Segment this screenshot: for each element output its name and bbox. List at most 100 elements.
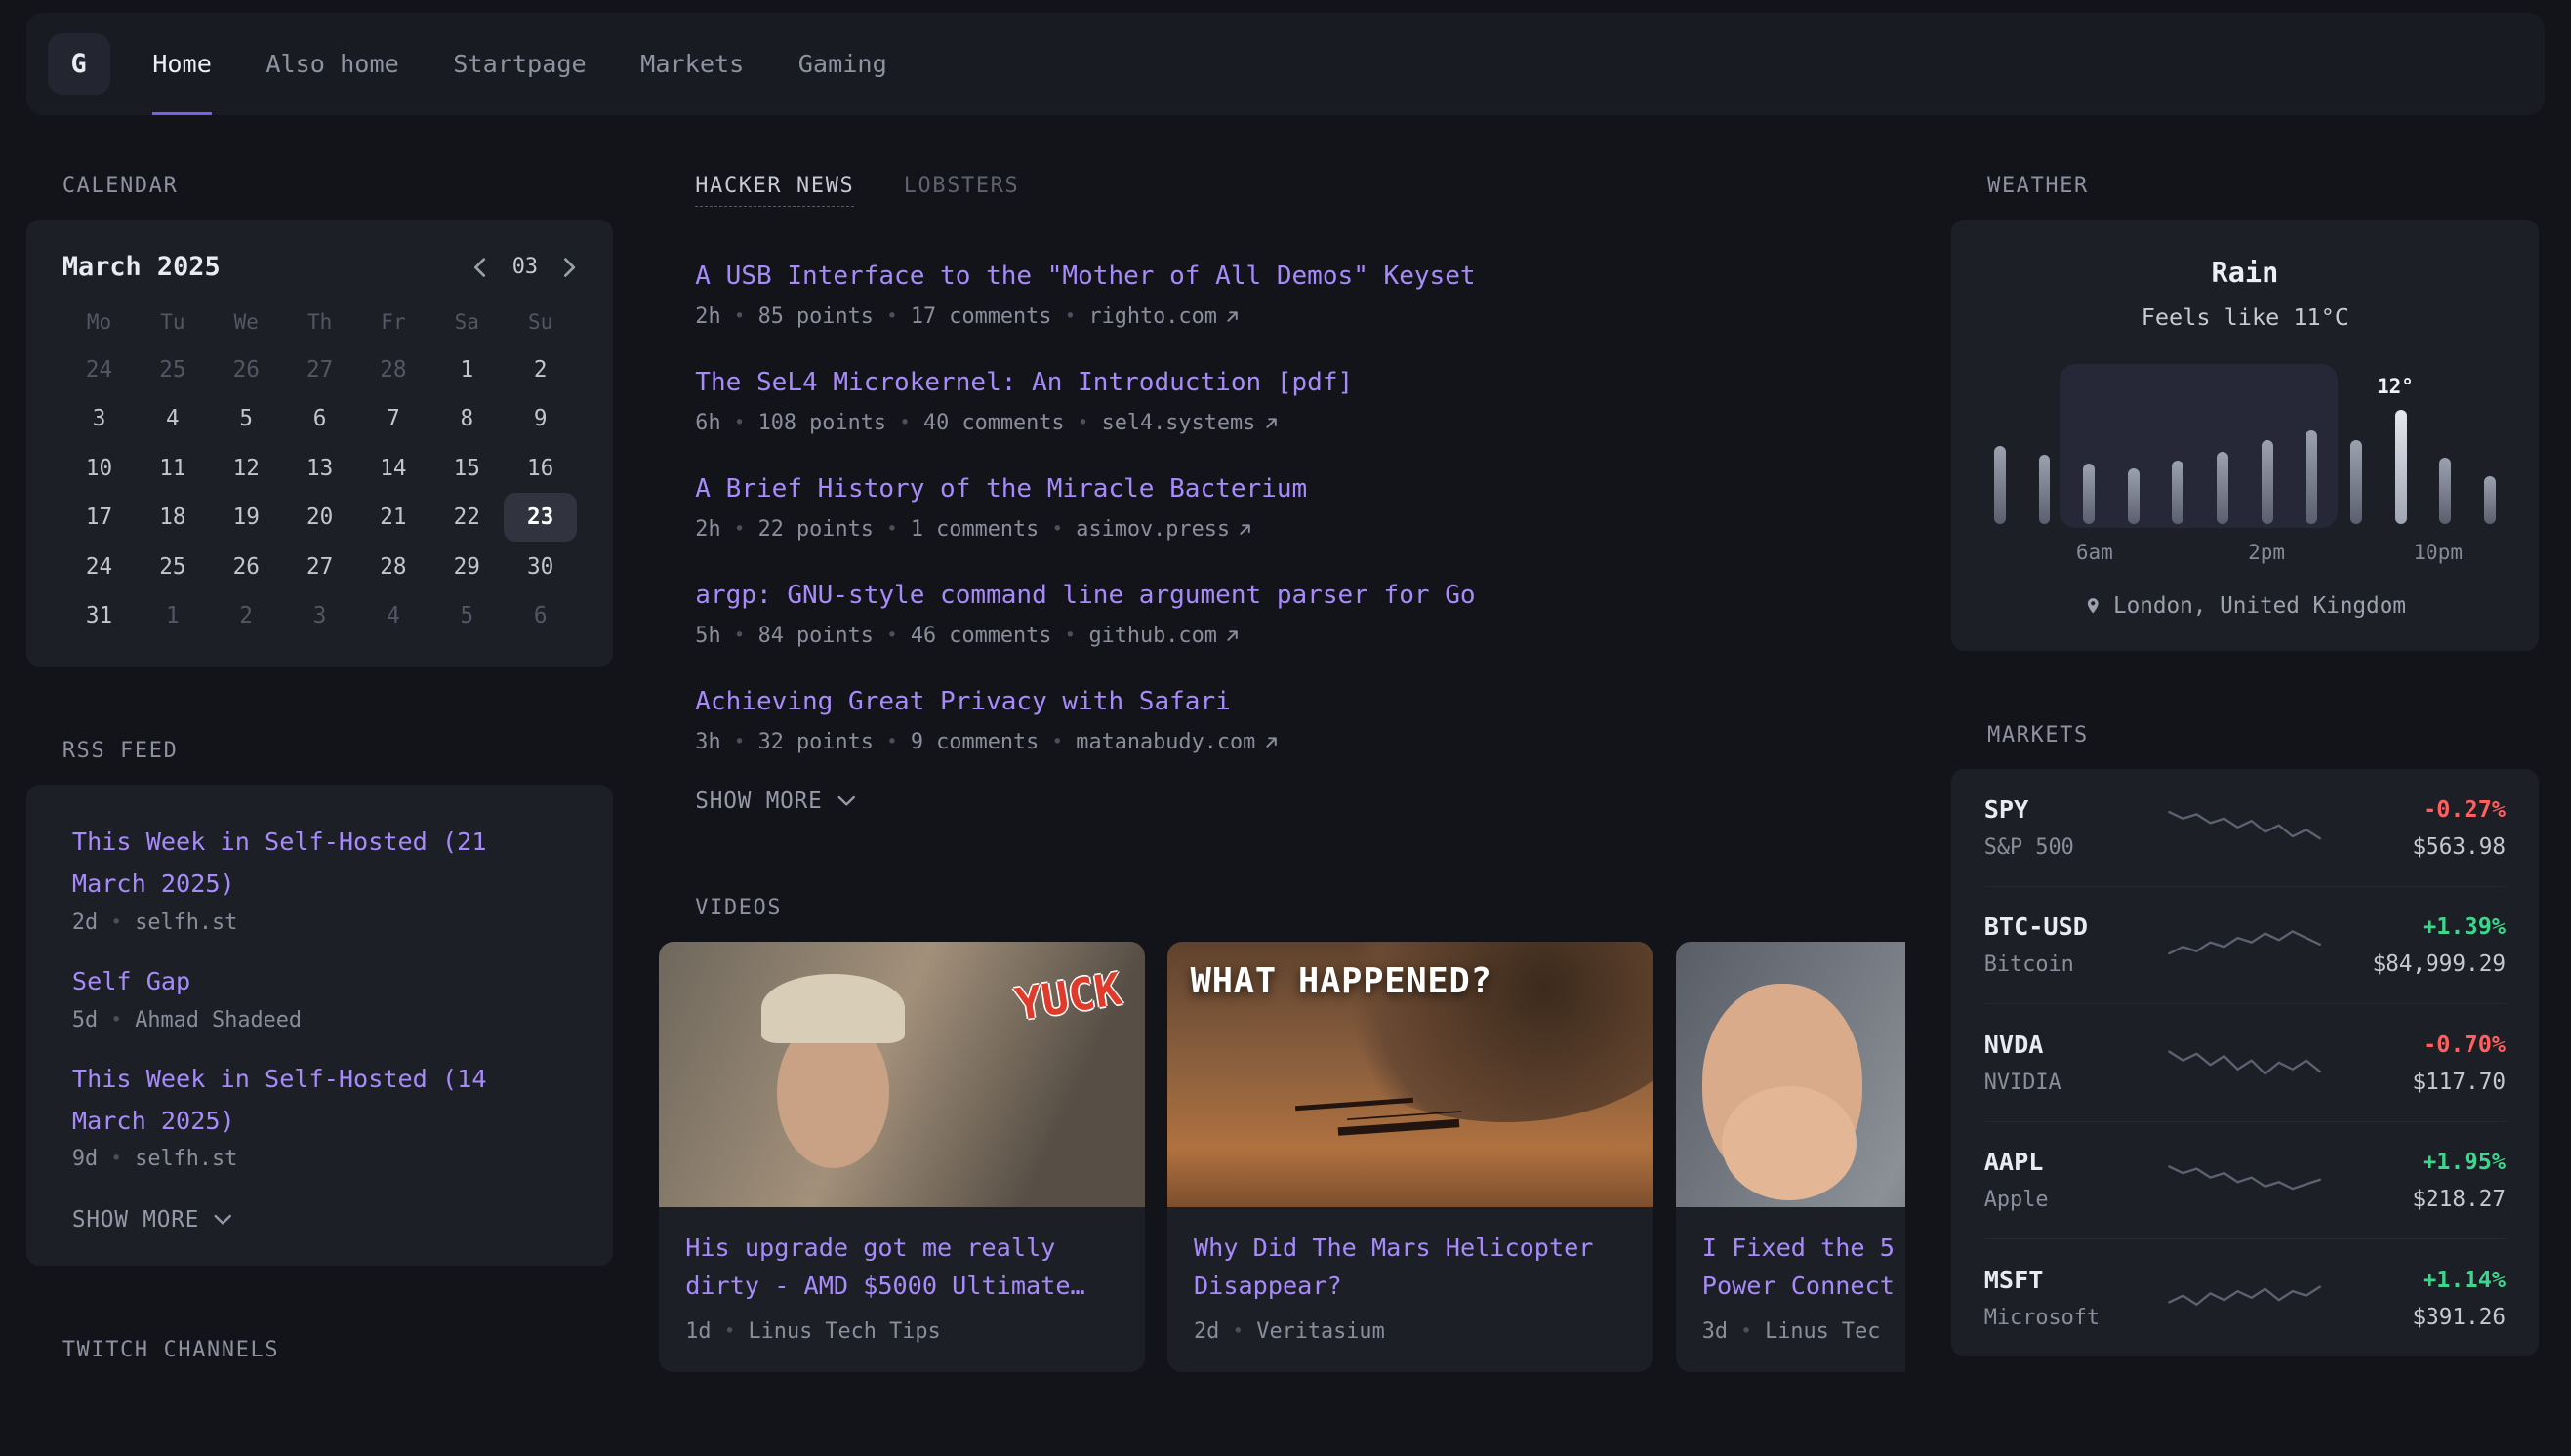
calendar-day-selected[interactable]: 23 [504,493,577,542]
market-row-spy[interactable]: SPYS&P 500-0.27%$563.98 [1984,769,2506,886]
calendar-day[interactable]: 5 [430,591,504,640]
calendar-day[interactable]: 7 [356,394,429,443]
show-more-rss[interactable]: SHOW MORE [72,1176,567,1259]
calendar-next-button[interactable] [562,258,577,277]
sparkline-chart [2166,1155,2323,1204]
story-link[interactable]: A USB Interface to the "Mother of All De… [695,257,1905,296]
story-domain[interactable]: sel4.systems [1102,411,1279,435]
rss-item-link[interactable]: This Week in Self-Hosted (21 March 2025) [72,822,567,906]
calendar-day[interactable]: 13 [283,444,356,493]
calendar-day[interactable]: 1 [136,591,209,640]
nav-item-home[interactable]: Home [152,13,212,114]
market-left: NVDANVIDIA [1984,1031,2148,1095]
calendar-day[interactable]: 14 [356,444,429,493]
rss-item-link[interactable]: Self Gap [72,961,567,1003]
calendar-day[interactable]: 29 [430,542,504,590]
market-row-nvda[interactable]: NVDANVIDIA-0.70%$117.70 [1984,1003,2506,1121]
nav-item-gaming[interactable]: Gaming [798,13,887,114]
story-domain[interactable]: asimov.press [1076,517,1252,542]
video-card[interactable]: WHAT HAPPENED? Why Did The Mars Helicopte… [1167,942,1653,1372]
video-thumbnail[interactable]: DO T T [1676,942,1905,1207]
weather-time-tick: 2pm [2248,541,2285,564]
show-more-stories[interactable]: SHOW MORE [659,789,1905,814]
nav-item-startpage[interactable]: Startpage [453,13,586,114]
story-age: 2h [695,517,720,542]
calendar-day[interactable]: 26 [210,542,283,590]
calendar-prev-button[interactable] [472,258,487,277]
calendar-day[interactable]: 17 [62,493,136,542]
left-column: CALENDAR March 2025 03 MoTuWeThFrSaSu [26,174,613,1384]
story-link[interactable]: Achieving Great Privacy with Safari [695,682,1905,721]
calendar-day[interactable]: 1 [430,345,504,394]
calendar-day[interactable]: 19 [210,493,283,542]
video-title-link[interactable]: His upgrade got me really dirty - AMD $5… [685,1229,1119,1305]
calendar-day[interactable]: 30 [504,542,577,590]
calendar-day[interactable]: 5 [210,394,283,443]
video-card[interactable]: YUCK His upgrade got me really dirty - AM… [659,942,1144,1372]
calendar-day[interactable]: 20 [283,493,356,542]
calendar-day[interactable]: 3 [283,591,356,640]
nav-item-also-home[interactable]: Also home [265,13,398,114]
weekday-label: Th [283,310,356,334]
tab-hacker-news[interactable]: HACKER NEWS [695,174,854,207]
calendar-day[interactable]: 4 [136,394,209,443]
calendar-day[interactable]: 16 [504,444,577,493]
calendar-header: March 2025 03 [62,252,578,282]
separator-dot: • [1078,413,1088,433]
story-domain[interactable]: matanabudy.com [1076,730,1278,754]
rss-item: This Week in Self-Hosted (14 March 2025)… [72,1037,567,1177]
calendar-day[interactable]: 12 [210,444,283,493]
story-domain[interactable]: github.com [1088,624,1240,648]
calendar-day[interactable]: 15 [430,444,504,493]
calendar-day[interactable]: 24 [62,542,136,590]
market-row-btc-usd[interactable]: BTC-USDBitcoin+1.39%$84,999.29 [1984,886,2506,1004]
calendar-day[interactable]: 27 [283,542,356,590]
external-link-icon [1264,416,1279,430]
video-title-link[interactable]: I Fixed the 5 Power Connect [1702,1229,1905,1305]
thumbnail-overlay-text: YUCK [1011,963,1124,1031]
video-card[interactable]: DO T TI Fixed the 5 Power Connect3d•Linu… [1676,942,1905,1372]
story-link[interactable]: The SeL4 Microkernel: An Introduction [p… [695,363,1905,402]
calendar-day[interactable]: 22 [430,493,504,542]
separator-dot: • [734,519,745,540]
app-logo[interactable]: G [48,33,110,96]
video-thumbnail[interactable]: YUCK [659,942,1144,1207]
calendar-day[interactable]: 4 [356,591,429,640]
calendar-day[interactable]: 8 [430,394,504,443]
market-row-aapl[interactable]: AAPLApple+1.95%$218.27 [1984,1121,2506,1239]
calendar-day[interactable]: 24 [62,345,136,394]
calendar-day[interactable]: 9 [504,394,577,443]
tab-lobsters[interactable]: LOBSTERS [904,174,1020,206]
calendar-day[interactable]: 18 [136,493,209,542]
calendar-day[interactable]: 10 [62,444,136,493]
calendar-day[interactable]: 3 [62,394,136,443]
weather-bar [1994,446,2006,524]
calendar-day[interactable]: 6 [283,394,356,443]
calendar-day[interactable]: 2 [210,591,283,640]
calendar-day[interactable]: 25 [136,345,209,394]
calendar-day[interactable]: 26 [210,345,283,394]
video-title-link[interactable]: Why Did The Mars Helicopter Disappear? [1194,1229,1627,1305]
calendar-day[interactable]: 6 [504,591,577,640]
calendar-day[interactable]: 28 [356,542,429,590]
calendar-day[interactable]: 11 [136,444,209,493]
calendar-day[interactable]: 21 [356,493,429,542]
story: A Brief History of the Miracle Bacterium… [695,469,1905,542]
story-link[interactable]: argp: GNU-style command line argument pa… [695,576,1905,615]
video-thumbnail[interactable]: WHAT HAPPENED? [1167,942,1653,1207]
calendar-day[interactable]: 25 [136,542,209,590]
market-row-msft[interactable]: MSFTMicrosoft+1.14%$391.26 [1984,1238,2506,1356]
calendar-day[interactable]: 2 [504,345,577,394]
calendar-day[interactable]: 27 [283,345,356,394]
nav-item-markets[interactable]: Markets [640,13,744,114]
rss-widget: This Week in Self-Hosted (21 March 2025)… [26,785,613,1266]
market-price: $391.26 [2342,1305,2506,1330]
market-right: +1.95%$218.27 [2342,1148,2506,1212]
calendar-day[interactable]: 31 [62,591,136,640]
rss-item-link[interactable]: This Week in Self-Hosted (14 March 2025) [72,1059,567,1143]
story-domain[interactable]: righto.com [1088,304,1240,329]
story-link[interactable]: A Brief History of the Miracle Bacterium [695,469,1905,508]
calendar-day[interactable]: 28 [356,345,429,394]
market-price: $84,999.29 [2342,951,2506,977]
story-points: 85 points [758,304,874,329]
